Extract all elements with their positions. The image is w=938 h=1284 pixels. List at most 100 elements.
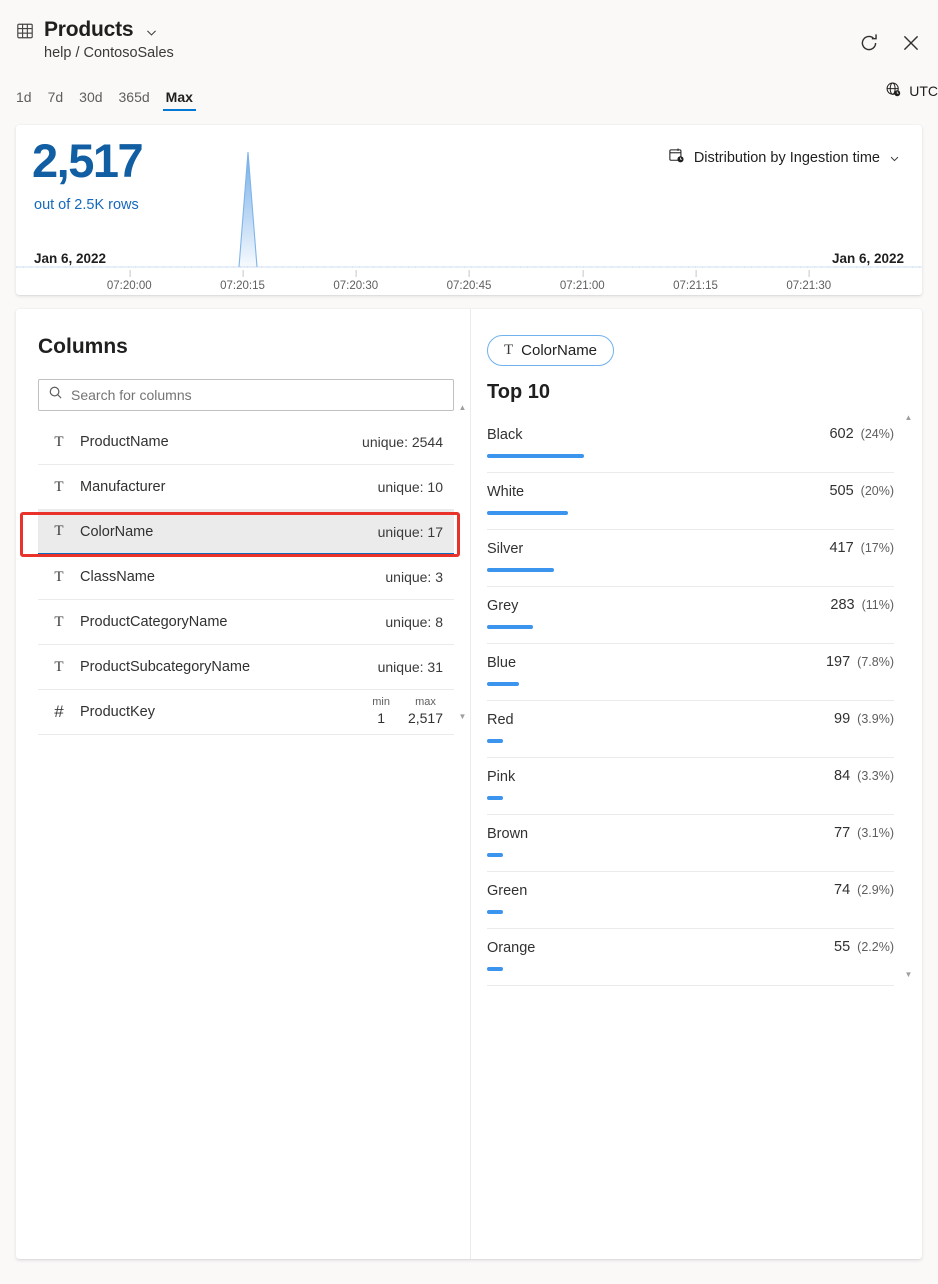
title-row: Products [16,18,922,42]
text-type-icon: T [50,479,68,496]
chip-label: ColorName [521,342,597,359]
columns-title: Columns [38,335,470,359]
value-bar [487,682,519,686]
value-metrics: 77 (3.1%) [834,825,894,841]
distribution-label: Distribution by Ingestion time [694,150,880,166]
axis-tick: 07:20:00 [107,271,152,292]
value-metrics: 417 (17%) [829,540,894,556]
value-label: Blue [487,655,516,671]
value-count: 417 [829,540,853,556]
tab-7d[interactable]: 7d [48,89,64,111]
distribution-pane: T ColorName Top 10 Black 602 (24%) White… [471,309,922,1259]
column-row-productname[interactable]: T ProductName unique: 2544 [38,420,454,465]
value-percent: (17%) [861,541,894,555]
ingestion-summary-card: 2,517 out of 2.5K rows Distribution by I… [16,125,922,295]
column-stat: unique: 31 [378,659,443,675]
triangle-down-icon[interactable]: ▼ [459,713,467,721]
selected-column-chip[interactable]: T ColorName [487,335,614,366]
text-type-icon: T [50,659,68,676]
value-metrics: 99 (3.9%) [834,711,894,727]
refresh-icon[interactable] [858,32,880,54]
timezone-label: UTC [909,83,938,99]
value-metrics: 84 (3.3%) [834,768,894,784]
value-count: 74 [834,882,850,898]
axis-tick: 07:20:15 [220,271,265,292]
distribution-row[interactable]: Black 602 (24%) [487,416,894,473]
column-row-manufacturer[interactable]: T Manufacturer unique: 10 [38,465,454,510]
chevron-down-icon [889,152,900,163]
value-label: White [487,484,524,500]
axis-tick: 07:21:15 [673,271,718,292]
value-metrics: 55 (2.2%) [834,939,894,955]
distribution-row[interactable]: Green 74 (2.9%) [487,872,894,929]
column-row-classname[interactable]: T ClassName unique: 3 [38,555,454,600]
column-row-productkey[interactable]: # ProductKey min 1 max 2,517 [38,690,454,735]
columns-list: T ProductName unique: 2544 T Manufacture… [38,420,454,735]
column-row-productsubcategoryname[interactable]: T ProductSubcategoryName unique: 31 [38,645,454,690]
page-header: Products help / ContosoSales [0,0,938,61]
distribution-row[interactable]: Red 99 (3.9%) [487,701,894,758]
distribution-row[interactable]: White 505 (20%) [487,473,894,530]
distribution-selector[interactable]: Distribution by Ingestion time [668,147,900,168]
value-count: 77 [834,825,850,841]
value-count: 197 [826,654,850,670]
column-stat: unique: 2544 [362,434,443,450]
tab-365d[interactable]: 365d [119,89,150,111]
top-values-title: Top 10 [487,381,922,404]
distribution-row[interactable]: Pink 84 (3.3%) [487,758,894,815]
row-count: 2,517 [32,135,142,187]
value-label: Black [487,427,522,443]
distribution-row[interactable]: Grey 283 (11%) [487,587,894,644]
tab-30d[interactable]: 30d [79,89,102,111]
triangle-down-icon[interactable]: ▼ [905,971,913,979]
timezone-selector[interactable]: UTC [885,81,938,101]
distribution-row[interactable]: Blue 197 (7.8%) [487,644,894,701]
value-label: Brown [487,826,528,842]
value-percent: (2.9%) [857,883,894,897]
value-percent: (20%) [861,484,894,498]
value-bar [487,511,568,515]
column-min: min 1 [372,696,390,727]
max-label: max [415,696,436,710]
distribution-scrollbar[interactable]: ▲ ▼ [903,414,914,979]
search-input[interactable] [71,387,444,403]
distribution-row[interactable]: Silver 417 (17%) [487,530,894,587]
explore-panel: Columns T ProductName unique: 2544 T Man… [16,309,922,1259]
chart-x-axis: 07:20:00 07:20:15 07:20:30 07:20:45 07:2… [16,271,922,295]
value-label: Silver [487,541,523,557]
row-count-subtitle: out of 2.5K rows [34,197,139,213]
column-row-colorname[interactable]: T ColorName unique: 17 [38,510,454,555]
column-name: ProductName [80,434,362,450]
column-max: max 2,517 [408,696,443,727]
columns-search[interactable] [38,379,454,411]
triangle-up-icon[interactable]: ▲ [459,404,467,412]
chart-end-date: Jan 6, 2022 [832,251,904,266]
value-metrics: 74 (2.9%) [834,882,894,898]
column-row-productcategoryname[interactable]: T ProductCategoryName unique: 8 [38,600,454,645]
distribution-row[interactable]: Brown 77 (3.1%) [487,815,894,872]
value-label: Green [487,883,527,899]
columns-scrollbar[interactable]: ▲ ▼ [457,404,468,721]
value-label: Orange [487,940,535,956]
value-bar [487,796,503,800]
page-title: Products [44,18,133,42]
value-percent: (24%) [861,427,894,441]
triangle-up-icon[interactable]: ▲ [905,414,913,422]
text-type-icon: T [504,342,513,359]
tab-1d[interactable]: 1d [16,89,32,111]
value-count: 55 [834,939,850,955]
distribution-row[interactable]: Orange 55 (2.2%) [487,929,894,986]
min-label: min [372,696,390,710]
value-metrics: 505 (20%) [829,483,894,499]
axis-tick: 07:20:45 [447,271,492,292]
column-minmax: min 1 max 2,517 [372,696,443,727]
value-label: Red [487,712,514,728]
close-icon[interactable] [900,32,922,54]
columns-pane: Columns T ProductName unique: 2544 T Man… [16,309,471,1259]
chevron-down-icon[interactable] [145,26,158,39]
value-count: 84 [834,768,850,784]
value-bar [487,910,503,914]
column-name: ProductCategoryName [80,614,385,630]
value-percent: (3.9%) [857,712,894,726]
tab-max[interactable]: Max [166,89,193,111]
